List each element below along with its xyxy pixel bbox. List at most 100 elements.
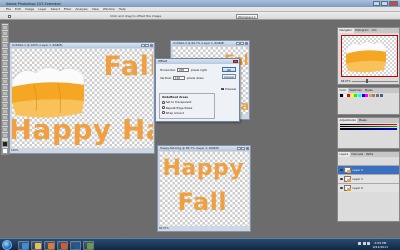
swatch[interactable] — [365, 94, 369, 97]
document-title[interactable]: Happy-fall-blog @ 66.7% (Layer 2, RGB/8) — [158, 146, 250, 151]
eye-icon[interactable] — [339, 187, 343, 189]
menu-file[interactable]: File — [6, 7, 11, 11]
zoom-slider-handle[interactable] — [365, 79, 368, 83]
taskbar-firefox-icon[interactable] — [57, 240, 68, 250]
dodge-tool-icon[interactable] — [2, 97, 8, 102]
swatch[interactable] — [361, 94, 365, 97]
history-brush-tool-icon[interactable] — [2, 79, 8, 84]
tab-layers[interactable]: Layers — [338, 152, 350, 157]
tab-navigator[interactable]: Navigator — [338, 28, 354, 33]
crop-tool-icon[interactable] — [2, 49, 8, 54]
marquee-tool-icon[interactable] — [2, 31, 8, 36]
swatch[interactable] — [347, 94, 351, 97]
tab-color[interactable]: Color — [338, 88, 348, 93]
layer-row[interactable]: Layer 1 — [338, 174, 399, 183]
tab-styles[interactable]: Styles — [363, 88, 374, 93]
tool-preset-icon[interactable] — [8, 14, 11, 18]
document-maximize-button[interactable] — [145, 43, 149, 48]
foreground-color-swatch[interactable] — [2, 141, 8, 147]
menu-layer[interactable]: Layer — [38, 7, 46, 11]
swatch[interactable] — [372, 94, 376, 97]
tab-channels[interactable]: Channels — [350, 152, 365, 157]
layer-row[interactable]: Layer 2 — [338, 165, 399, 174]
tab-swatches[interactable]: Swatches — [348, 88, 363, 93]
menu-edit[interactable]: Edit — [15, 7, 21, 11]
document-minimize-button[interactable] — [236, 41, 240, 46]
pen-tool-icon[interactable] — [2, 103, 8, 108]
taskbar-clock[interactable]: 2:09 PM 9/21/2011 — [373, 241, 388, 249]
move-tool-icon[interactable] — [2, 25, 8, 30]
gradient-tool-icon[interactable] — [2, 91, 8, 96]
swatch[interactable] — [375, 94, 379, 97]
swatch[interactable] — [354, 94, 358, 97]
menu-analysis[interactable]: Analysis — [75, 7, 87, 11]
shape-tool-icon[interactable] — [2, 121, 8, 126]
tab-masks[interactable]: Masks — [357, 118, 368, 123]
preview-checkbox-row[interactable]: Preview — [221, 87, 236, 91]
taskbar-photoshop-icon[interactable] — [70, 240, 81, 250]
zoom-slider[interactable] — [351, 79, 398, 83]
document-window-main[interactable]: Untitled-1 @ 100% (Layer 1, RGB/8) Fall … — [9, 42, 155, 154]
brush-tool-icon[interactable] — [2, 67, 8, 72]
flag-icon[interactable] — [367, 242, 370, 245]
network-icon[interactable] — [358, 242, 361, 245]
tab-paths[interactable]: Paths — [365, 152, 375, 157]
magic-wand-tool-icon[interactable] — [2, 43, 8, 48]
swatch[interactable] — [340, 94, 343, 97]
maximize-button[interactable] — [381, 1, 388, 6]
document-canvas[interactable]: Fall Happy Hal — [11, 49, 153, 148]
ok-button[interactable]: OK — [222, 67, 236, 72]
preview-checkbox[interactable] — [221, 87, 225, 91]
cancel-button[interactable]: Cancel — [222, 74, 236, 79]
swatch[interactable] — [357, 94, 361, 97]
eye-icon[interactable] — [339, 178, 343, 180]
menu-help[interactable]: Help — [119, 7, 126, 11]
taskbar-app-icon[interactable] — [83, 240, 94, 250]
zoom-value[interactable]: 66.67% — [341, 80, 351, 83]
document-title[interactable]: Untitled-1 @ 100% (Layer 1, RGB/8) — [10, 43, 154, 48]
tab-adjustments[interactable]: Adjustments — [338, 118, 358, 123]
tab-info[interactable]: Info — [370, 28, 378, 33]
option-repeat-edge[interactable]: Repeat Edge Pixels — [162, 106, 214, 110]
tab-histogram[interactable]: Histogram — [354, 28, 370, 33]
hand-tool-icon[interactable] — [2, 127, 8, 132]
layer-row[interactable]: Layer 0 — [338, 183, 399, 192]
adjust-slider[interactable] — [340, 125, 397, 128]
healing-tool-icon[interactable] — [2, 61, 8, 66]
menu-image[interactable]: Image — [25, 7, 34, 11]
workspace-dropdown[interactable]: Workspace ▾ — [236, 13, 258, 19]
close-button[interactable] — [389, 1, 398, 6]
eyedropper-tool-icon[interactable] — [2, 55, 8, 60]
type-tool-icon[interactable] — [2, 109, 8, 114]
vertical-input[interactable]: 100 — [173, 76, 186, 80]
document-maximize-button[interactable] — [240, 41, 244, 46]
taskbar-media-icon[interactable] — [44, 240, 55, 250]
radio-icon[interactable] — [162, 106, 165, 109]
taskbar-ie-icon[interactable] — [18, 240, 29, 250]
menu-view[interactable]: View — [92, 7, 99, 11]
swatch[interactable] — [379, 94, 383, 97]
background-color-swatch[interactable] — [2, 148, 8, 154]
volume-icon[interactable] — [362, 242, 366, 245]
radio-selected-icon[interactable] — [162, 111, 165, 115]
lasso-tool-icon[interactable] — [2, 37, 8, 42]
document-canvas[interactable]: Happy Fall — [159, 152, 249, 226]
document-maximize-button[interactable] — [241, 146, 245, 151]
document-close-button[interactable] — [245, 146, 249, 151]
radio-icon[interactable] — [162, 101, 165, 104]
menu-select[interactable]: Select — [51, 7, 60, 11]
eye-icon[interactable] — [339, 169, 343, 171]
navigator-thumbnail[interactable] — [341, 35, 398, 77]
start-button[interactable] — [2, 240, 12, 250]
document-minimize-button[interactable] — [237, 146, 241, 151]
swatch[interactable] — [343, 94, 347, 97]
swatch[interactable] — [368, 94, 372, 97]
horizontal-input[interactable]: 200 — [177, 68, 190, 72]
adjust-slider[interactable] — [340, 123, 397, 125]
option-wrap-around[interactable]: Wrap Around — [162, 111, 214, 115]
document-close-button[interactable] — [149, 43, 153, 48]
document-minimize-button[interactable] — [141, 43, 145, 48]
adjust-slider[interactable] — [340, 128, 397, 130]
menu-window[interactable]: Window — [103, 7, 115, 11]
eraser-tool-icon[interactable] — [2, 85, 8, 90]
